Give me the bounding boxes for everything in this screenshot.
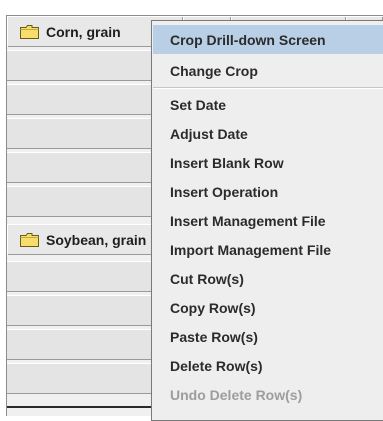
crop-name: Corn, grain: [46, 24, 121, 40]
menu-item-insert-operation[interactable]: Insert Operation: [153, 177, 383, 206]
menu-item-adjust-date[interactable]: Adjust Date: [153, 119, 383, 148]
menu-item-undo-delete-rows: Undo Delete Row(s): [170, 386, 303, 403]
menu-item-insert-management-file[interactable]: Insert Management File: [153, 206, 383, 235]
menu-item-cut-rows[interactable]: Cut Row(s): [153, 264, 383, 293]
menu-item-insert-blank-row[interactable]: Insert Blank Row: [153, 148, 383, 177]
menu-item-set-date[interactable]: Set Date: [153, 90, 383, 119]
crop-name: Soybean, grain: [46, 232, 147, 248]
folder-icon: [20, 233, 39, 247]
menu-item-paste-rows[interactable]: Paste Row(s): [153, 322, 383, 351]
menu-item-copy-rows[interactable]: Copy Row(s): [153, 293, 383, 322]
menu-item-crop-drill-down[interactable]: Crop Drill-down Screen: [153, 25, 383, 54]
folder-icon: [20, 25, 39, 39]
menu-item-change-crop[interactable]: Change Crop: [153, 56, 383, 85]
menu-item-delete-rows[interactable]: Delete Row(s): [153, 351, 383, 380]
context-menu: Crop Drill-down Screen Change Crop Set D…: [151, 20, 383, 421]
menu-item-import-management-file[interactable]: Import Management File: [153, 235, 383, 264]
menu-separator: [153, 87, 383, 89]
